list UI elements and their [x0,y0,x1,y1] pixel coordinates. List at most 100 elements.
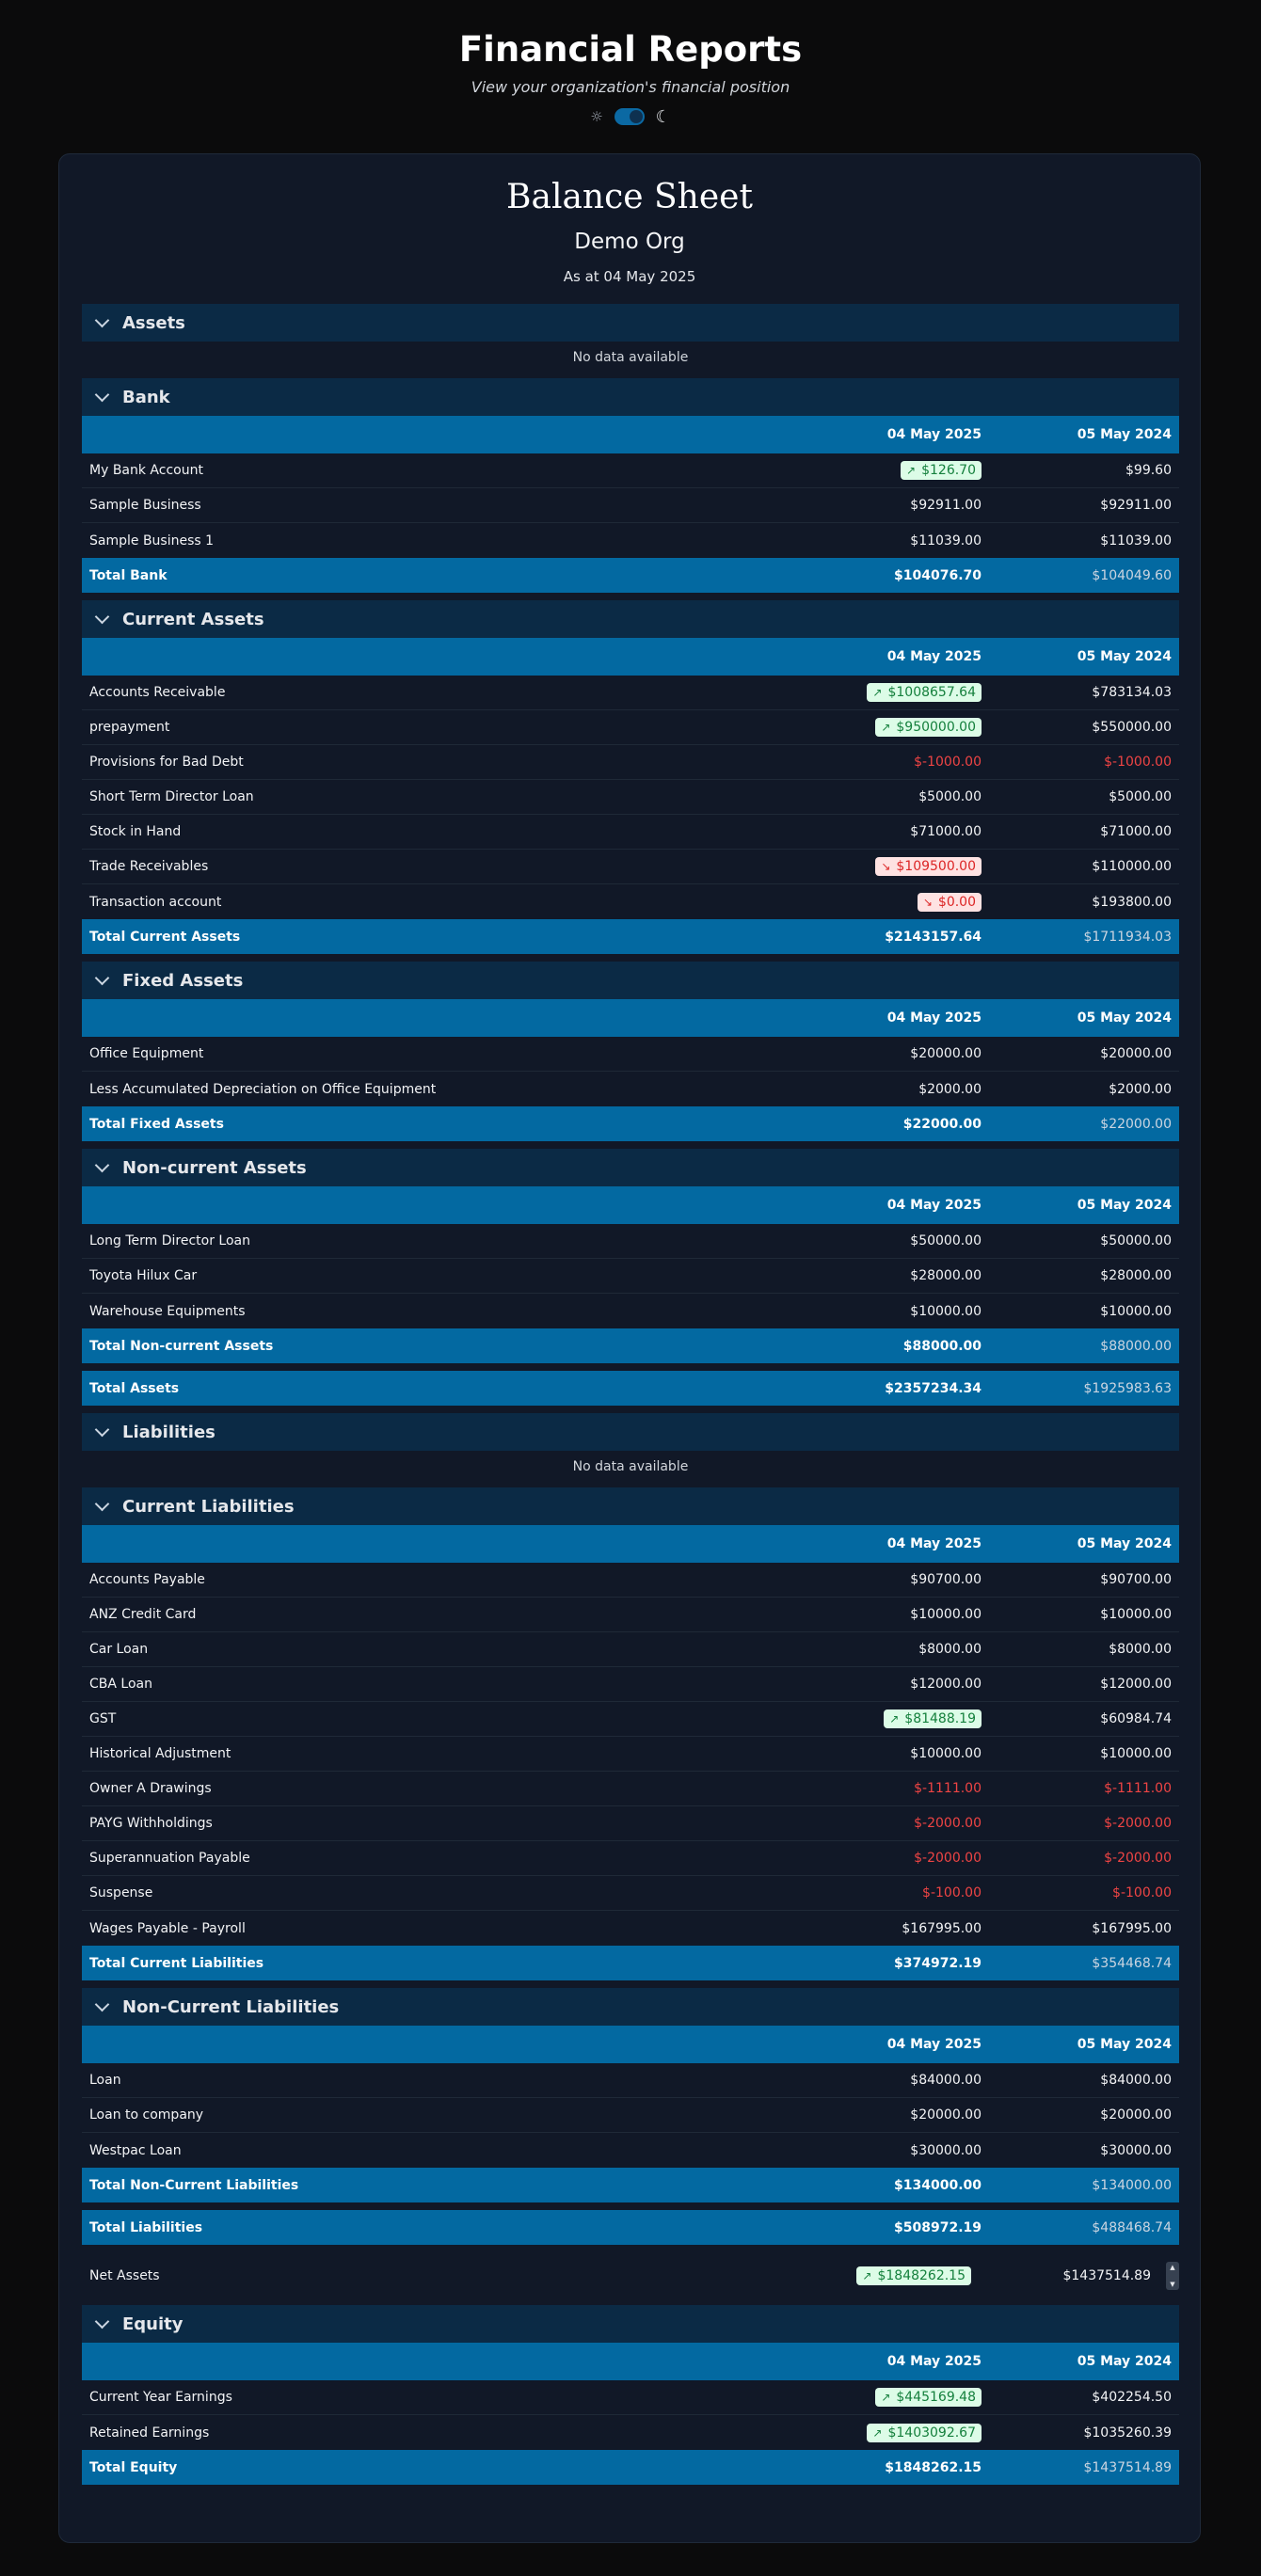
current-value-text: $8000.00 [918,1642,982,1657]
trend-badge: ↗ $81488.19 [884,1709,982,1728]
section-title: Equity [122,2314,184,2334]
current-value: $12000.00 [665,1677,982,1692]
account-name: Short Term Director Loan [89,789,254,804]
previous-value: $90700.00 [982,1572,1179,1587]
current-value: $167995.00 [665,1921,982,1936]
trending-up-icon: ↗ [881,2391,891,2404]
table-row: Trade Receivables ↘ $109500.00 $110000.00 [82,850,1179,884]
current-value: ↗ $1008657.64 [665,683,982,702]
chevron-down-icon[interactable] [94,609,110,624]
total-label: Total Current Liabilities [89,1955,264,1971]
section-header-assets[interactable]: Assets [82,304,1179,342]
trending-up-icon: ↗ [881,721,891,734]
section-header-current_liabilities[interactable]: Current Liabilities [82,1487,1179,1525]
chevron-down-icon[interactable] [94,1996,110,2012]
table-row: CBA Loan $12000.00 $12000.00 [82,1667,1179,1702]
previous-value-text: $90700.00 [1100,1572,1172,1587]
chevron-down-icon[interactable] [94,387,110,402]
chevron-down-icon[interactable] [94,1496,110,1511]
trend-value: $1008657.64 [887,685,976,700]
previous-value-text: $30000.00 [1100,2142,1172,2158]
chevron-up-icon[interactable]: ▲ [1170,2264,1174,2271]
current-value-text: $30000.00 [910,2142,982,2158]
current-value: $84000.00 [665,2073,982,2088]
previous-value-text: $50000.00 [1100,1233,1172,1248]
section-header-bank[interactable]: Bank [82,378,1179,416]
previous-value-text: $-2000.00 [1104,1816,1172,1831]
table-non_current_liabilities: 04 May 2025 05 May 2024 Loan $84000.00 $8400… [82,2026,1179,2202]
table-fixed_assets: 04 May 2025 05 May 2024 Office Equipment $2… [82,999,1179,1141]
trend-badge: ↗ $1848262.15 [856,2266,971,2285]
total-row-equity: Total Equity $1848262.15 $1437514.89 [82,2450,1179,2485]
previous-value: $28000.00 [982,1268,1179,1283]
account-name: Warehouse Equipments [89,1303,246,1319]
chevron-down-icon[interactable] [94,312,110,327]
trending-up-icon: ↗ [906,464,917,477]
previous-value: $-100.00 [982,1885,1179,1900]
chevron-down-icon[interactable] [94,1157,110,1172]
previous-value: $10000.00 [982,1304,1179,1319]
report-content: Assets No data available Bank 04 May 2025 05… [82,304,1179,2492]
chevron-down-icon[interactable]: ▼ [1170,2281,1174,2288]
current-value: $28000.00 [665,1268,982,1283]
table-column-header: 04 May 2025 05 May 2024 [82,416,1179,453]
account-name: Provisions for Bad Debt [89,755,244,770]
previous-value-text: $8000.00 [1109,1642,1172,1657]
total-previous: $488468.74 [1092,2219,1172,2235]
table-current_assets: 04 May 2025 05 May 2024 Accounts Receivabl… [82,638,1179,954]
section-header-non_current_assets[interactable]: Non-current Assets [82,1149,1179,1186]
current-value-text: $-2000.00 [914,1816,982,1831]
net-assets-current: ↗ $1848262.15 [665,2266,971,2285]
table-column-header: 04 May 2025 05 May 2024 [82,999,1179,1037]
current-value: ↗ $1403092.67 [665,2423,982,2442]
section-header-fixed_assets[interactable]: Fixed Assets [82,962,1179,999]
previous-value-text: $-100.00 [1112,1885,1172,1900]
current-value-text: $2000.00 [918,1081,982,1097]
column-current-date: 04 May 2025 [886,649,982,664]
section-title: Liabilities [122,1422,215,1442]
chevron-down-icon[interactable] [94,970,110,985]
total-row-non_current_assets: Total Non-current Assets $88000.00 $88000.… [82,1328,1179,1363]
balance-sheet-card: Balance Sheet Demo Org As at 04 May 2025… [58,153,1201,2543]
table-row: Long Term Director Loan $50000.00 $50000.0… [82,1224,1179,1259]
theme-toggle-switch[interactable] [614,108,645,125]
account-name: Less Accumulated Depreciation on Office … [89,1081,437,1097]
current-value: $-2000.00 [665,1816,982,1831]
total-label: Total Liabilities [89,2219,203,2235]
table-non_current_assets: 04 May 2025 05 May 2024 Long Term Director… [82,1186,1179,1363]
current-value: ↗ $950000.00 [665,718,982,737]
chevron-down-icon[interactable] [94,1422,110,1437]
current-value: $5000.00 [665,789,982,804]
current-value: $20000.00 [665,2107,982,2123]
total-row-bank: Total Bank $104076.70 $104049.60 [82,558,1179,593]
section-header-non_current_liabilities[interactable]: Non-Current Liabilities [82,1988,1179,2026]
chevron-down-icon[interactable] [94,2314,110,2329]
table-column-header: 04 May 2025 05 May 2024 [82,1186,1179,1224]
trend-badge: ↗ $950000.00 [875,718,982,737]
section-header-current_assets[interactable]: Current Assets [82,600,1179,638]
current-value-text: $90700.00 [910,1572,982,1587]
trend-badge: ↗ $1008657.64 [867,683,982,702]
scroll-stepper[interactable]: ▲ ▼ [1166,2262,1179,2290]
table-row: Warehouse Equipments $10000.00 $10000.00 [82,1294,1179,1328]
total-assets-row: Total Assets $2357234.34 $1925983.63 [82,1371,1179,1406]
table-row: Loan $84000.00 $84000.00 [82,2063,1179,2098]
table-row: Superannuation Payable $-2000.00 $-2000.00 [82,1841,1179,1876]
section-header-liabilities[interactable]: Liabilities [82,1413,1179,1451]
current-value-text: $84000.00 [910,2073,982,2088]
total-previous: $1711934.03 [1083,929,1172,945]
table-row: Sample Business 1 $11039.00 $11039.00 [82,523,1179,558]
report-header: Balance Sheet Demo Org As at 04 May 2025 [59,154,1200,292]
current-value-text: $50000.00 [910,1233,982,1248]
section-header-equity[interactable]: Equity [82,2305,1179,2343]
current-value-text: $-2000.00 [914,1851,982,1866]
column-current-date: 04 May 2025 [886,1010,982,1026]
trending-up-icon: ↗ [872,686,883,699]
total-label: Total Non-Current Liabilities [89,2177,299,2193]
column-current-date: 04 May 2025 [886,2354,982,2369]
previous-value-text: $20000.00 [1100,2107,1172,2123]
table-row: Stock in Hand $71000.00 $71000.00 [82,815,1179,850]
account-name: Toyota Hilux Car [89,1268,198,1283]
previous-value-text: $71000.00 [1100,824,1172,839]
table-row: PAYG Withholdings $-2000.00 $-2000.00 [82,1806,1179,1841]
